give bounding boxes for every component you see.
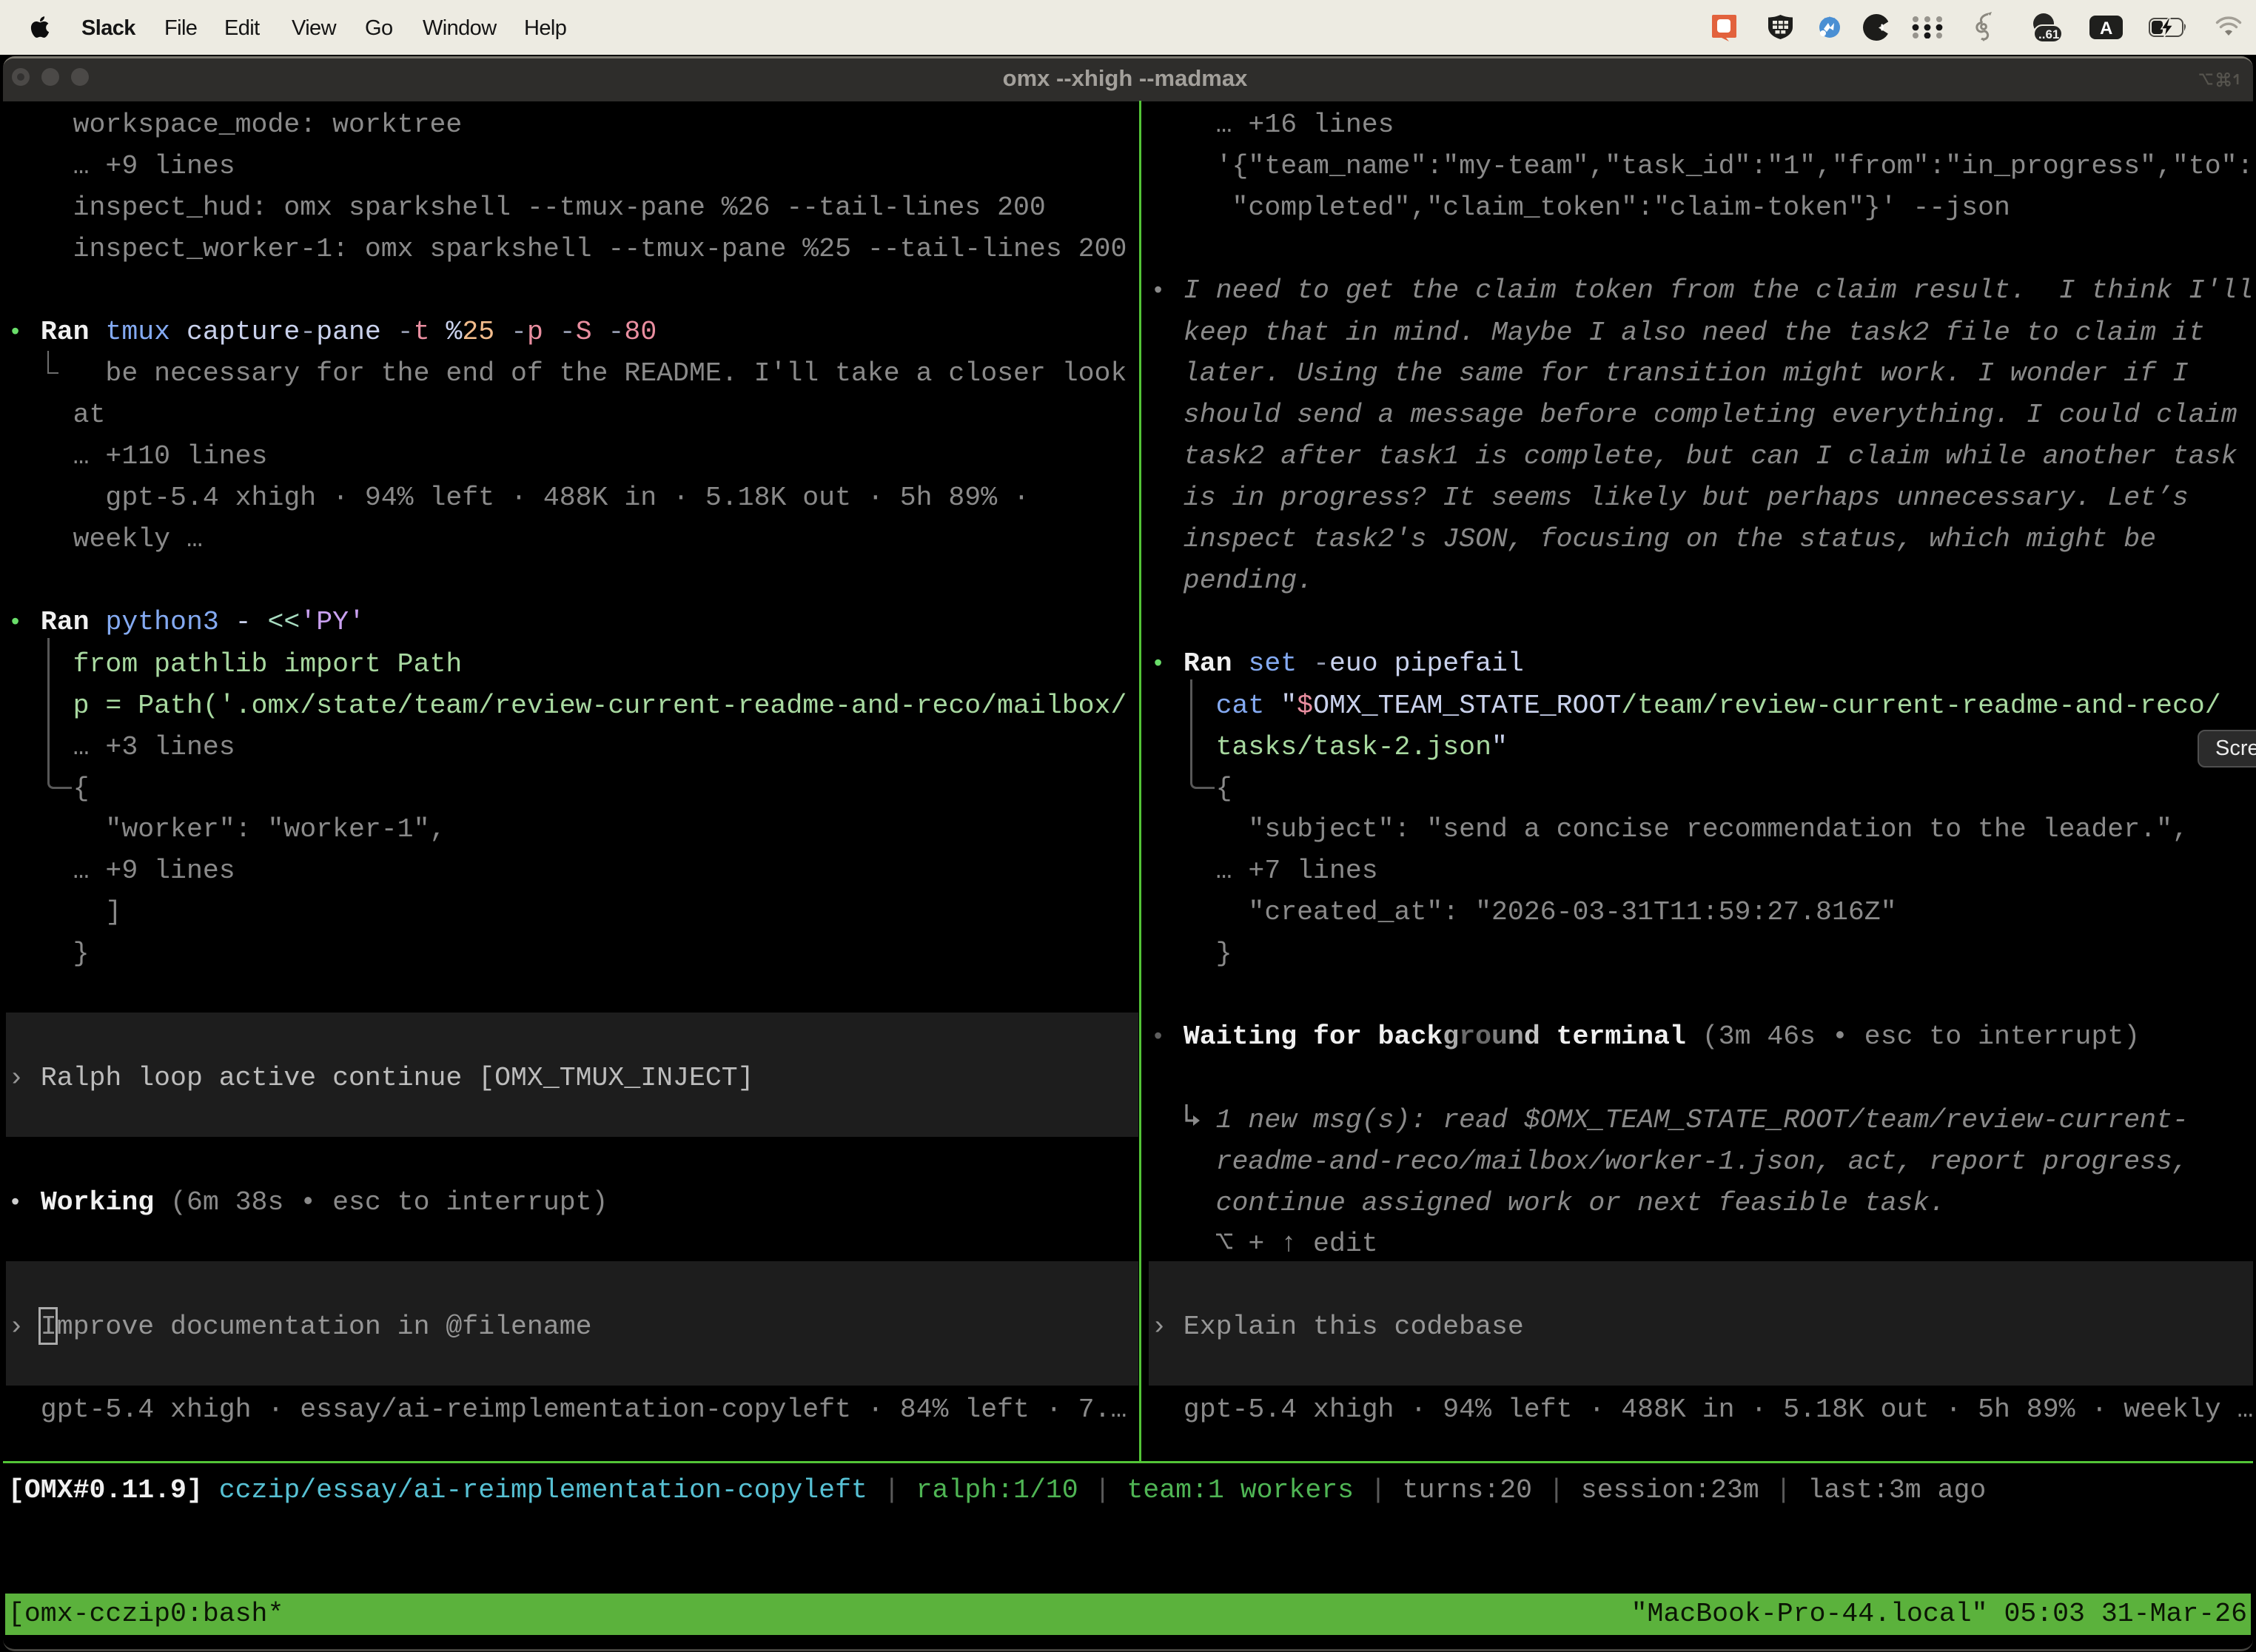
svg-text:A: A [2100,19,2112,38]
svg-text:..61: ..61 [2038,27,2059,41]
